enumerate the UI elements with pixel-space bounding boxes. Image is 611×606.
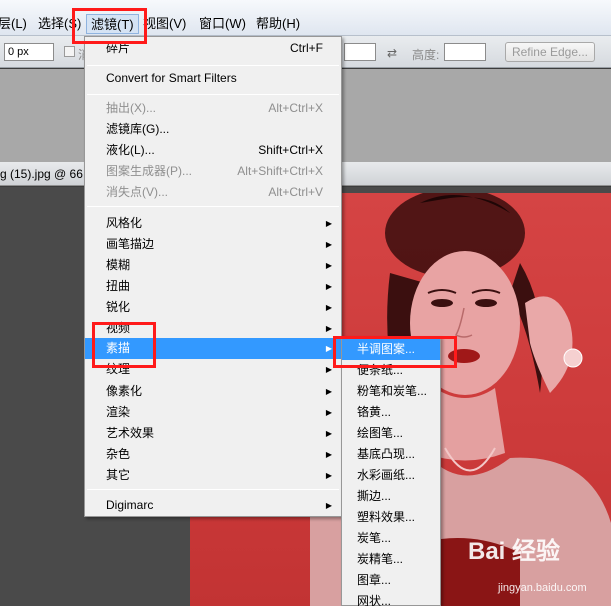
submenu-arrow-icon: ▶ — [325, 261, 332, 270]
submenu-item-label: 基底凸现... — [357, 447, 416, 461]
feather-input[interactable]: 0 px — [4, 43, 54, 61]
menu-item-vanishing-point: 消失点(V)... Alt+Ctrl+V — [85, 182, 341, 203]
annotation-box-filter — [72, 8, 147, 44]
menu-item-convert-smart-filters[interactable]: Convert for Smart Filters — [85, 68, 341, 89]
menu-item-label: Convert for Smart Filters — [106, 71, 237, 85]
menu-item-sharpen[interactable]: 锐化 ▶ — [85, 297, 341, 318]
submenu-arrow-icon: ▶ — [325, 219, 332, 228]
submenu-item-label: 铬黄... — [357, 405, 392, 419]
menu-item-shortcut: Alt+Ctrl+V — [268, 185, 323, 199]
submenu-item-label: 炭笔... — [357, 531, 392, 545]
submenu-item-label: 网状... — [357, 594, 392, 606]
menu-item-label: 画笔描边 — [106, 237, 155, 251]
menu-item-label: 滤镜库(G)... — [106, 122, 170, 136]
menu-item-label: 渲染 — [106, 405, 131, 419]
document-title: g (15).jpg @ 66 — [0, 167, 83, 181]
menu-item-label: 抽出(X)... — [106, 101, 156, 115]
height-label: 高度: — [412, 48, 440, 62]
submenu-item-chalk-charcoal[interactable]: 粉笔和炭笔... — [342, 381, 440, 402]
menu-item-shortcut: Alt+Shift+Ctrl+X — [237, 164, 323, 178]
submenu-item-label: 炭精笔... — [357, 552, 404, 566]
submenu-item-plaster[interactable]: 塑料效果... — [342, 507, 440, 528]
submenu-item-reticulation[interactable]: 网状... — [342, 591, 440, 606]
menu-item-label: 扭曲 — [106, 279, 131, 293]
submenu-arrow-icon: ▶ — [325, 429, 332, 438]
menu-item-label: 模糊 — [106, 258, 131, 272]
annotation-box-halftone — [333, 336, 457, 368]
submenu-item-conte-crayon[interactable]: 炭精笔... — [342, 549, 440, 570]
menu-item-pixelate[interactable]: 像素化 ▶ — [85, 381, 341, 402]
sketch-submenu: 半调图案... 便条纸... 粉笔和炭笔... 铬黄... 绘图笔... 基底凸… — [341, 336, 441, 606]
menu-item-filter-gallery[interactable]: 滤镜库(G)... — [85, 119, 341, 140]
filter-dropdown-menu: 碎片 Ctrl+F Convert for Smart Filters 抽出(X… — [84, 36, 342, 517]
baidu-watermark-logo: Bai 经验 — [468, 538, 561, 565]
menu-item-blur[interactable]: 模糊 ▶ — [85, 255, 341, 276]
submenu-arrow-icon: ▶ — [325, 282, 332, 291]
menu-item-shortcut: Ctrl+F — [290, 41, 323, 55]
menu-item-label: 杂色 — [106, 447, 131, 461]
menu-item-label: 消失点(V)... — [106, 185, 168, 199]
submenu-item-charcoal[interactable]: 炭笔... — [342, 528, 440, 549]
menu-item-label: 图案生成器(P)... — [106, 164, 192, 178]
width-input[interactable] — [344, 43, 376, 61]
submenu-arrow-icon: ▶ — [325, 344, 332, 353]
menu-help[interactable]: 帮助(H) — [252, 14, 304, 34]
submenu-item-bas-relief[interactable]: 基底凸现... — [342, 444, 440, 465]
submenu-item-label: 图章... — [357, 573, 392, 587]
menu-item-label: 锐化 — [106, 300, 131, 314]
menu-item-pattern-maker: 图案生成器(P)... Alt+Shift+Ctrl+X — [85, 161, 341, 182]
swap-icon[interactable]: ⇄ — [387, 46, 397, 60]
menu-item-noise[interactable]: 杂色 ▶ — [85, 444, 341, 465]
menu-item-artistic[interactable]: 艺术效果 ▶ — [85, 423, 341, 444]
menu-item-shortcut: Shift+Ctrl+X — [258, 143, 323, 157]
menu-item-liquify[interactable]: 液化(L)... Shift+Ctrl+X — [85, 140, 341, 161]
submenu-item-label: 塑料效果... — [357, 510, 416, 524]
submenu-arrow-icon: ▶ — [325, 324, 332, 333]
menu-item-shortcut: Alt+Ctrl+X — [268, 101, 323, 115]
refine-edge-button[interactable]: Refine Edge... — [505, 42, 595, 62]
menu-item-label: Digimarc — [106, 498, 154, 512]
annotation-box-sketch — [92, 322, 156, 368]
menu-item-distort[interactable]: 扭曲 ▶ — [85, 276, 341, 297]
baidu-watermark-url: jingyan.baidu.com — [498, 582, 587, 594]
antialias-checkbox[interactable] — [64, 46, 75, 57]
menu-layer[interactable]: 层(L) — [0, 14, 31, 34]
menu-item-stylize[interactable]: 风格化 ▶ — [85, 213, 341, 234]
submenu-item-label: 粉笔和炭笔... — [357, 384, 428, 398]
submenu-item-water-paper[interactable]: 水彩画纸... — [342, 465, 440, 486]
menu-item-render[interactable]: 渲染 ▶ — [85, 402, 341, 423]
submenu-arrow-icon: ▶ — [325, 240, 332, 249]
submenu-arrow-icon: ▶ — [325, 408, 332, 417]
submenu-item-label: 绘图笔... — [357, 426, 404, 440]
menu-window[interactable]: 窗口(W) — [195, 14, 250, 34]
menu-item-other[interactable]: 其它 ▶ — [85, 465, 341, 486]
submenu-arrow-icon: ▶ — [325, 387, 332, 396]
menu-item-label: 艺术效果 — [106, 426, 155, 440]
menu-item-extract: 抽出(X)... Alt+Ctrl+X — [85, 98, 341, 119]
menu-item-label: 液化(L)... — [106, 143, 155, 157]
submenu-item-torn-edges[interactable]: 撕边... — [342, 486, 440, 507]
submenu-item-chrome[interactable]: 铬黄... — [342, 402, 440, 423]
menu-item-label: 风格化 — [106, 216, 143, 230]
height-input[interactable] — [444, 43, 486, 61]
submenu-arrow-icon: ▶ — [325, 471, 332, 480]
menu-item-label: 其它 — [106, 468, 131, 482]
submenu-item-stamp[interactable]: 图章... — [342, 570, 440, 591]
submenu-item-label: 撕边... — [357, 489, 392, 503]
submenu-arrow-icon: ▶ — [325, 501, 332, 510]
submenu-item-label: 水彩画纸... — [357, 468, 416, 482]
submenu-arrow-icon: ▶ — [325, 303, 332, 312]
menu-item-brush-strokes[interactable]: 画笔描边 ▶ — [85, 234, 341, 255]
submenu-arrow-icon: ▶ — [325, 450, 332, 459]
menu-item-digimarc[interactable]: Digimarc ▶ — [85, 495, 341, 516]
submenu-item-graphic-pen[interactable]: 绘图笔... — [342, 423, 440, 444]
menu-item-label: 像素化 — [106, 384, 143, 398]
submenu-arrow-icon: ▶ — [325, 365, 332, 374]
